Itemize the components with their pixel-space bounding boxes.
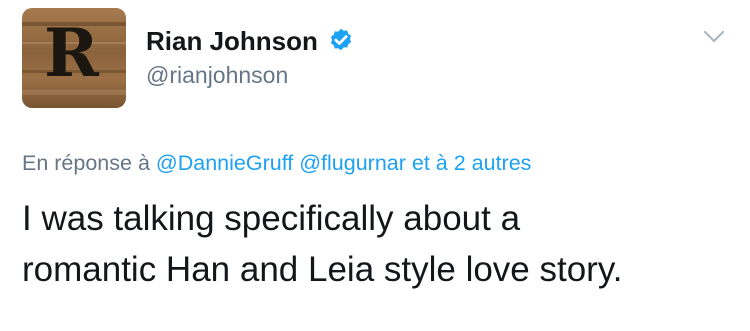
author-display-name[interactable]: Rian Johnson [146,26,318,57]
tweet-text: I was talking specifically about a roman… [22,193,732,295]
reply-mention-link[interactable]: @DannieGruff [156,151,293,175]
author-handle[interactable]: @rianjohnson [146,62,288,89]
reply-context: En réponse à @DannieGruff @flugurnar et … [22,151,531,176]
author-name-row: Rian Johnson [146,24,355,58]
avatar-letter: R [44,14,99,92]
tweet-card: R Rian Johnson @rianjohnson En réponse à… [0,0,750,331]
tweet-text-line: I was talking specifically about a [22,199,521,238]
reply-others-link[interactable]: et à 2 autres [412,151,532,175]
verified-badge-icon [330,28,351,51]
reply-prefix: En réponse à [22,151,150,175]
tweet-text-line: romantic Han and Leia style love story. [22,250,623,289]
avatar[interactable]: R [22,8,126,108]
reply-mention-link[interactable]: @flugurnar [299,151,406,175]
chevron-down-icon[interactable] [702,28,726,44]
